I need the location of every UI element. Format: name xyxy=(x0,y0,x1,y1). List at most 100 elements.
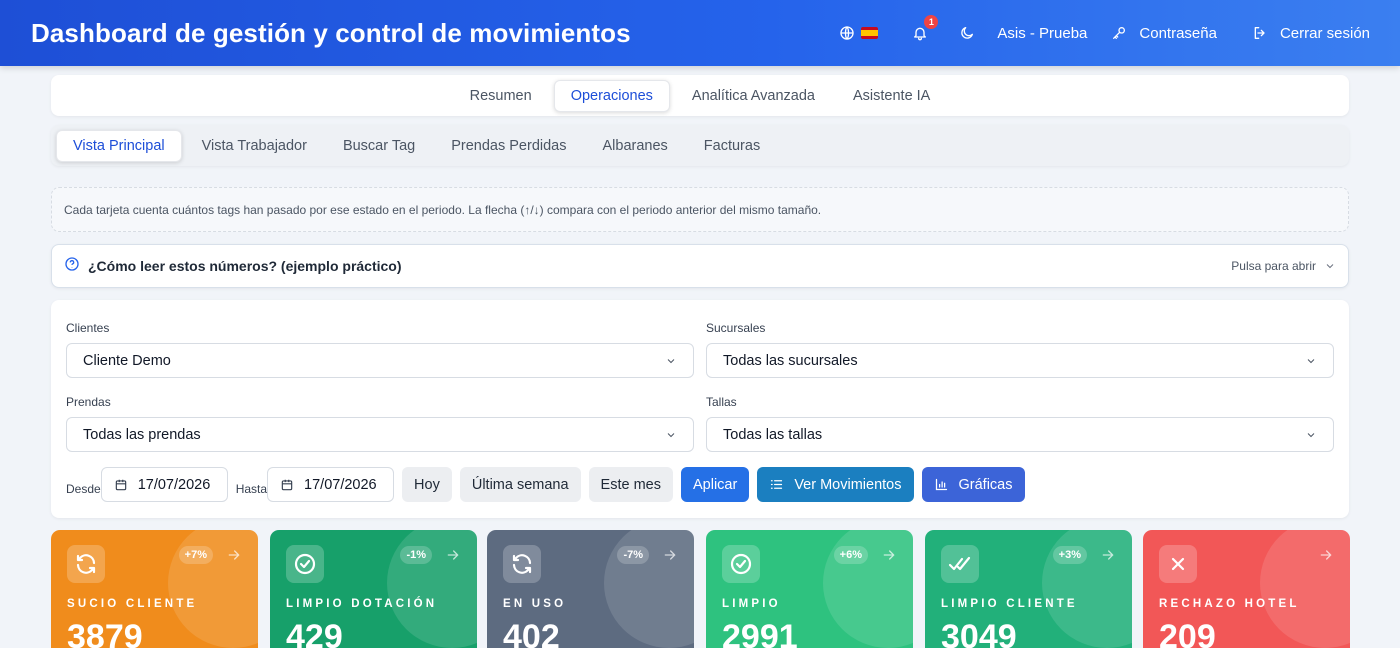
change-password-button[interactable]: Contraseña xyxy=(1111,25,1217,42)
prendas-label: Prendas xyxy=(66,395,111,409)
check-circle-icon xyxy=(286,545,324,583)
card-decoration xyxy=(1260,530,1350,648)
x-icon xyxy=(1159,545,1197,583)
hasta-date-input[interactable]: 17/07/2026 xyxy=(267,467,395,502)
notifications-button[interactable]: 1 xyxy=(912,15,939,41)
arrow-right-icon[interactable] xyxy=(662,547,678,563)
arrow-right-icon[interactable] xyxy=(226,547,242,563)
help-accordion[interactable]: ¿Cómo leer estos números? (ejemplo práct… xyxy=(51,244,1349,288)
tallas-label: Tallas xyxy=(706,395,737,409)
bar-chart-icon xyxy=(935,478,947,491)
check-circle-icon xyxy=(722,545,760,583)
hasta-label: Hasta xyxy=(235,481,268,496)
prendas-select[interactable]: Todas las prendas xyxy=(66,417,694,452)
status-card-rechazo-hotel[interactable]: RECHAZO HOTEL 209 xyxy=(1143,530,1350,648)
today-button[interactable]: Hoy xyxy=(402,467,452,502)
arrow-right-icon[interactable] xyxy=(1318,547,1334,563)
chevron-down-icon xyxy=(665,355,677,367)
desde-date-input[interactable]: 17/07/2026 xyxy=(100,467,228,502)
sucursales-label: Sucursales xyxy=(706,321,766,335)
trend-badge: +3% xyxy=(1052,546,1087,564)
help-circle-icon xyxy=(64,256,80,277)
sub-tabs: Vista Principal Vista Trabajador Buscar … xyxy=(51,125,1349,166)
tab-resumen[interactable]: Resumen xyxy=(454,81,548,111)
info-note: Cada tarjeta cuenta cuántos tags han pas… xyxy=(51,187,1349,232)
chevron-down-icon xyxy=(1305,355,1317,367)
last-week-button[interactable]: Última semana xyxy=(459,467,581,502)
logout-icon xyxy=(1254,27,1265,39)
date-filter-row: Desde 17/07/2026 Hasta 17/07/2026 Hoy Úl… xyxy=(66,467,1033,502)
card-value: 3879 xyxy=(67,618,143,648)
tab-asistente-ia[interactable]: Asistente IA xyxy=(837,81,946,111)
this-month-button[interactable]: Este mes xyxy=(588,467,673,502)
info-text: Cada tarjeta cuenta cuántos tags han pas… xyxy=(64,202,822,217)
card-decoration xyxy=(387,530,477,648)
main-tabs: Resumen Operaciones Analítica Avanzada A… xyxy=(51,75,1349,116)
accordion-title: ¿Cómo leer estos números? (ejemplo práct… xyxy=(88,258,402,274)
view-movements-button[interactable]: Ver Movimientos xyxy=(757,467,914,502)
card-decoration xyxy=(604,530,694,648)
page-title: Dashboard de gestión y control de movimi… xyxy=(31,17,631,48)
globe-icon xyxy=(840,26,855,40)
trend-badge: +6% xyxy=(833,546,868,564)
accordion-hint: Pulsa para abrir xyxy=(1231,259,1336,273)
charts-button[interactable]: Gráficas xyxy=(921,467,1025,502)
arrow-right-icon[interactable] xyxy=(445,547,461,563)
trend-badge: +7% xyxy=(178,546,213,564)
tab-albaranes[interactable]: Albaranes xyxy=(586,131,683,161)
dark-mode-toggle[interactable] xyxy=(959,25,975,41)
tallas-select[interactable]: Todas las tallas xyxy=(706,417,1334,452)
arrow-right-icon[interactable] xyxy=(881,547,897,563)
list-icon xyxy=(771,480,783,489)
card-value: 209 xyxy=(1159,618,1216,648)
moon-icon xyxy=(961,27,974,39)
key-icon xyxy=(1113,27,1126,39)
tab-prendas-perdidas[interactable]: Prendas Perdidas xyxy=(435,131,582,161)
refresh-icon xyxy=(503,545,541,583)
tab-vista-principal[interactable]: Vista Principal xyxy=(56,129,182,162)
language-selector[interactable] xyxy=(839,25,879,41)
card-label: RECHAZO HOTEL xyxy=(1159,598,1300,610)
card-value: 3049 xyxy=(941,618,1017,648)
tab-operaciones[interactable]: Operaciones xyxy=(553,79,670,112)
card-label: LIMPIO DOTACIÓN xyxy=(286,598,438,610)
card-label: SUCIO CLIENTE xyxy=(67,598,198,610)
card-label: LIMPIO CLIENTE xyxy=(941,598,1078,610)
clientes-label: Clientes xyxy=(66,321,110,335)
status-card-limpio[interactable]: +6% LIMPIO 2991 xyxy=(706,530,913,648)
user-name[interactable]: Asis - Prueba xyxy=(997,25,1087,42)
tab-buscar-tag[interactable]: Buscar Tag xyxy=(327,131,431,161)
trend-badge: -1% xyxy=(400,546,432,564)
apply-button[interactable]: Aplicar xyxy=(680,467,750,502)
status-card-en-uso[interactable]: -7% EN USO 402 xyxy=(487,530,694,648)
calendar-icon xyxy=(115,479,126,490)
chevron-down-icon xyxy=(1326,264,1334,269)
double-check-icon xyxy=(941,545,979,583)
calendar-icon xyxy=(281,479,293,490)
status-card-sucio-cliente[interactable]: +7% SUCIO CLIENTE 3879 xyxy=(51,530,258,648)
card-value: 402 xyxy=(503,618,560,648)
refresh-icon xyxy=(67,545,105,583)
tab-facturas[interactable]: Facturas xyxy=(688,131,776,161)
app-header: Dashboard de gestión y control de movimi… xyxy=(0,0,1400,66)
arrow-right-icon[interactable] xyxy=(1100,547,1116,563)
tab-analitica-avanzada[interactable]: Analítica Avanzada xyxy=(676,81,831,111)
sucursales-select[interactable]: Todas las sucursales xyxy=(706,343,1334,378)
chevron-down-icon xyxy=(665,429,677,441)
header-actions: 1 Asis - Prueba Contraseña Cerrar sesión xyxy=(839,0,1370,66)
card-label: EN USO xyxy=(503,598,567,610)
tab-vista-trabajador[interactable]: Vista Trabajador xyxy=(186,131,323,161)
desde-label: Desde xyxy=(66,481,101,496)
card-label: LIMPIO xyxy=(722,598,781,610)
status-card-limpio-cliente[interactable]: +3% LIMPIO CLIENTE 3049 xyxy=(925,530,1132,648)
card-value: 429 xyxy=(286,618,343,648)
spain-flag-icon xyxy=(861,27,879,39)
status-card-limpio-dotación[interactable]: -1% LIMPIO DOTACIÓN 429 xyxy=(270,530,477,648)
logout-button[interactable]: Cerrar sesión xyxy=(1252,25,1370,42)
clientes-select[interactable]: Cliente Demo xyxy=(66,343,694,378)
filters-panel: Clientes Cliente Demo Sucursales Todas l… xyxy=(51,300,1349,518)
chevron-down-icon xyxy=(1305,429,1317,441)
trend-badge: -7% xyxy=(617,546,649,564)
notification-badge: 1 xyxy=(924,15,939,29)
card-value: 2991 xyxy=(722,618,798,648)
